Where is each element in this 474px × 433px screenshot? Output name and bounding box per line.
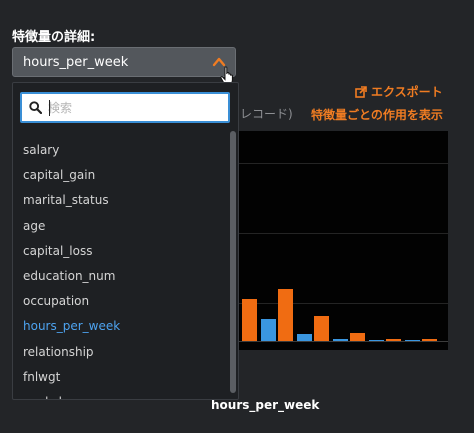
feature-dropdown[interactable]: salarycapital_gainmarital_statusagecapit… — [12, 82, 239, 400]
x-axis-label: hours_per_week — [211, 398, 320, 412]
option-item[interactable]: age — [13, 214, 231, 239]
chart-bar — [297, 334, 312, 341]
chart-bar — [242, 299, 257, 341]
option-item[interactable]: hours_per_week — [13, 314, 231, 339]
chart-bar — [350, 333, 365, 341]
search-icon — [29, 101, 42, 114]
option-item[interactable]: marital_status — [13, 188, 231, 213]
records-text: レコード) — [240, 107, 293, 121]
option-item[interactable]: workclass — [13, 390, 231, 399]
panel-heading: 特徴量の詳細: — [12, 30, 96, 45]
option-item[interactable]: capital_loss — [13, 239, 231, 264]
scrollbar-thumb[interactable] — [230, 131, 236, 393]
x-axis-baseline — [236, 341, 448, 342]
search-box[interactable] — [20, 92, 230, 123]
search-input[interactable] — [48, 98, 224, 118]
bar-layer — [236, 131, 448, 350]
option-list: salary capital_gain marital_status age capit… — [13, 138, 231, 399]
option-item[interactable]: salary — [13, 138, 231, 163]
feature-select[interactable]: hours_per_week — [12, 47, 236, 77]
text-cursor — [49, 100, 50, 116]
chart-bar — [278, 289, 293, 341]
chart-bar — [314, 316, 329, 341]
option-item[interactable]: education_num — [13, 264, 231, 289]
feature-select-value: hours_per_week — [23, 55, 129, 70]
external-link-icon — [355, 86, 367, 98]
export-label: エクスポート — [371, 85, 443, 99]
show-feature-usage-link[interactable]: 特徴量ごとの作用を表示 — [311, 106, 443, 123]
histogram-plot — [236, 131, 448, 350]
export-link[interactable]: エクスポート — [355, 83, 443, 100]
chart-bar — [261, 319, 276, 341]
option-item[interactable]: capital_gain — [13, 163, 231, 188]
option-item[interactable]: occupation — [13, 289, 231, 314]
option-item[interactable]: relationship — [13, 340, 231, 365]
option-item[interactable]: fnlwgt — [13, 365, 231, 390]
